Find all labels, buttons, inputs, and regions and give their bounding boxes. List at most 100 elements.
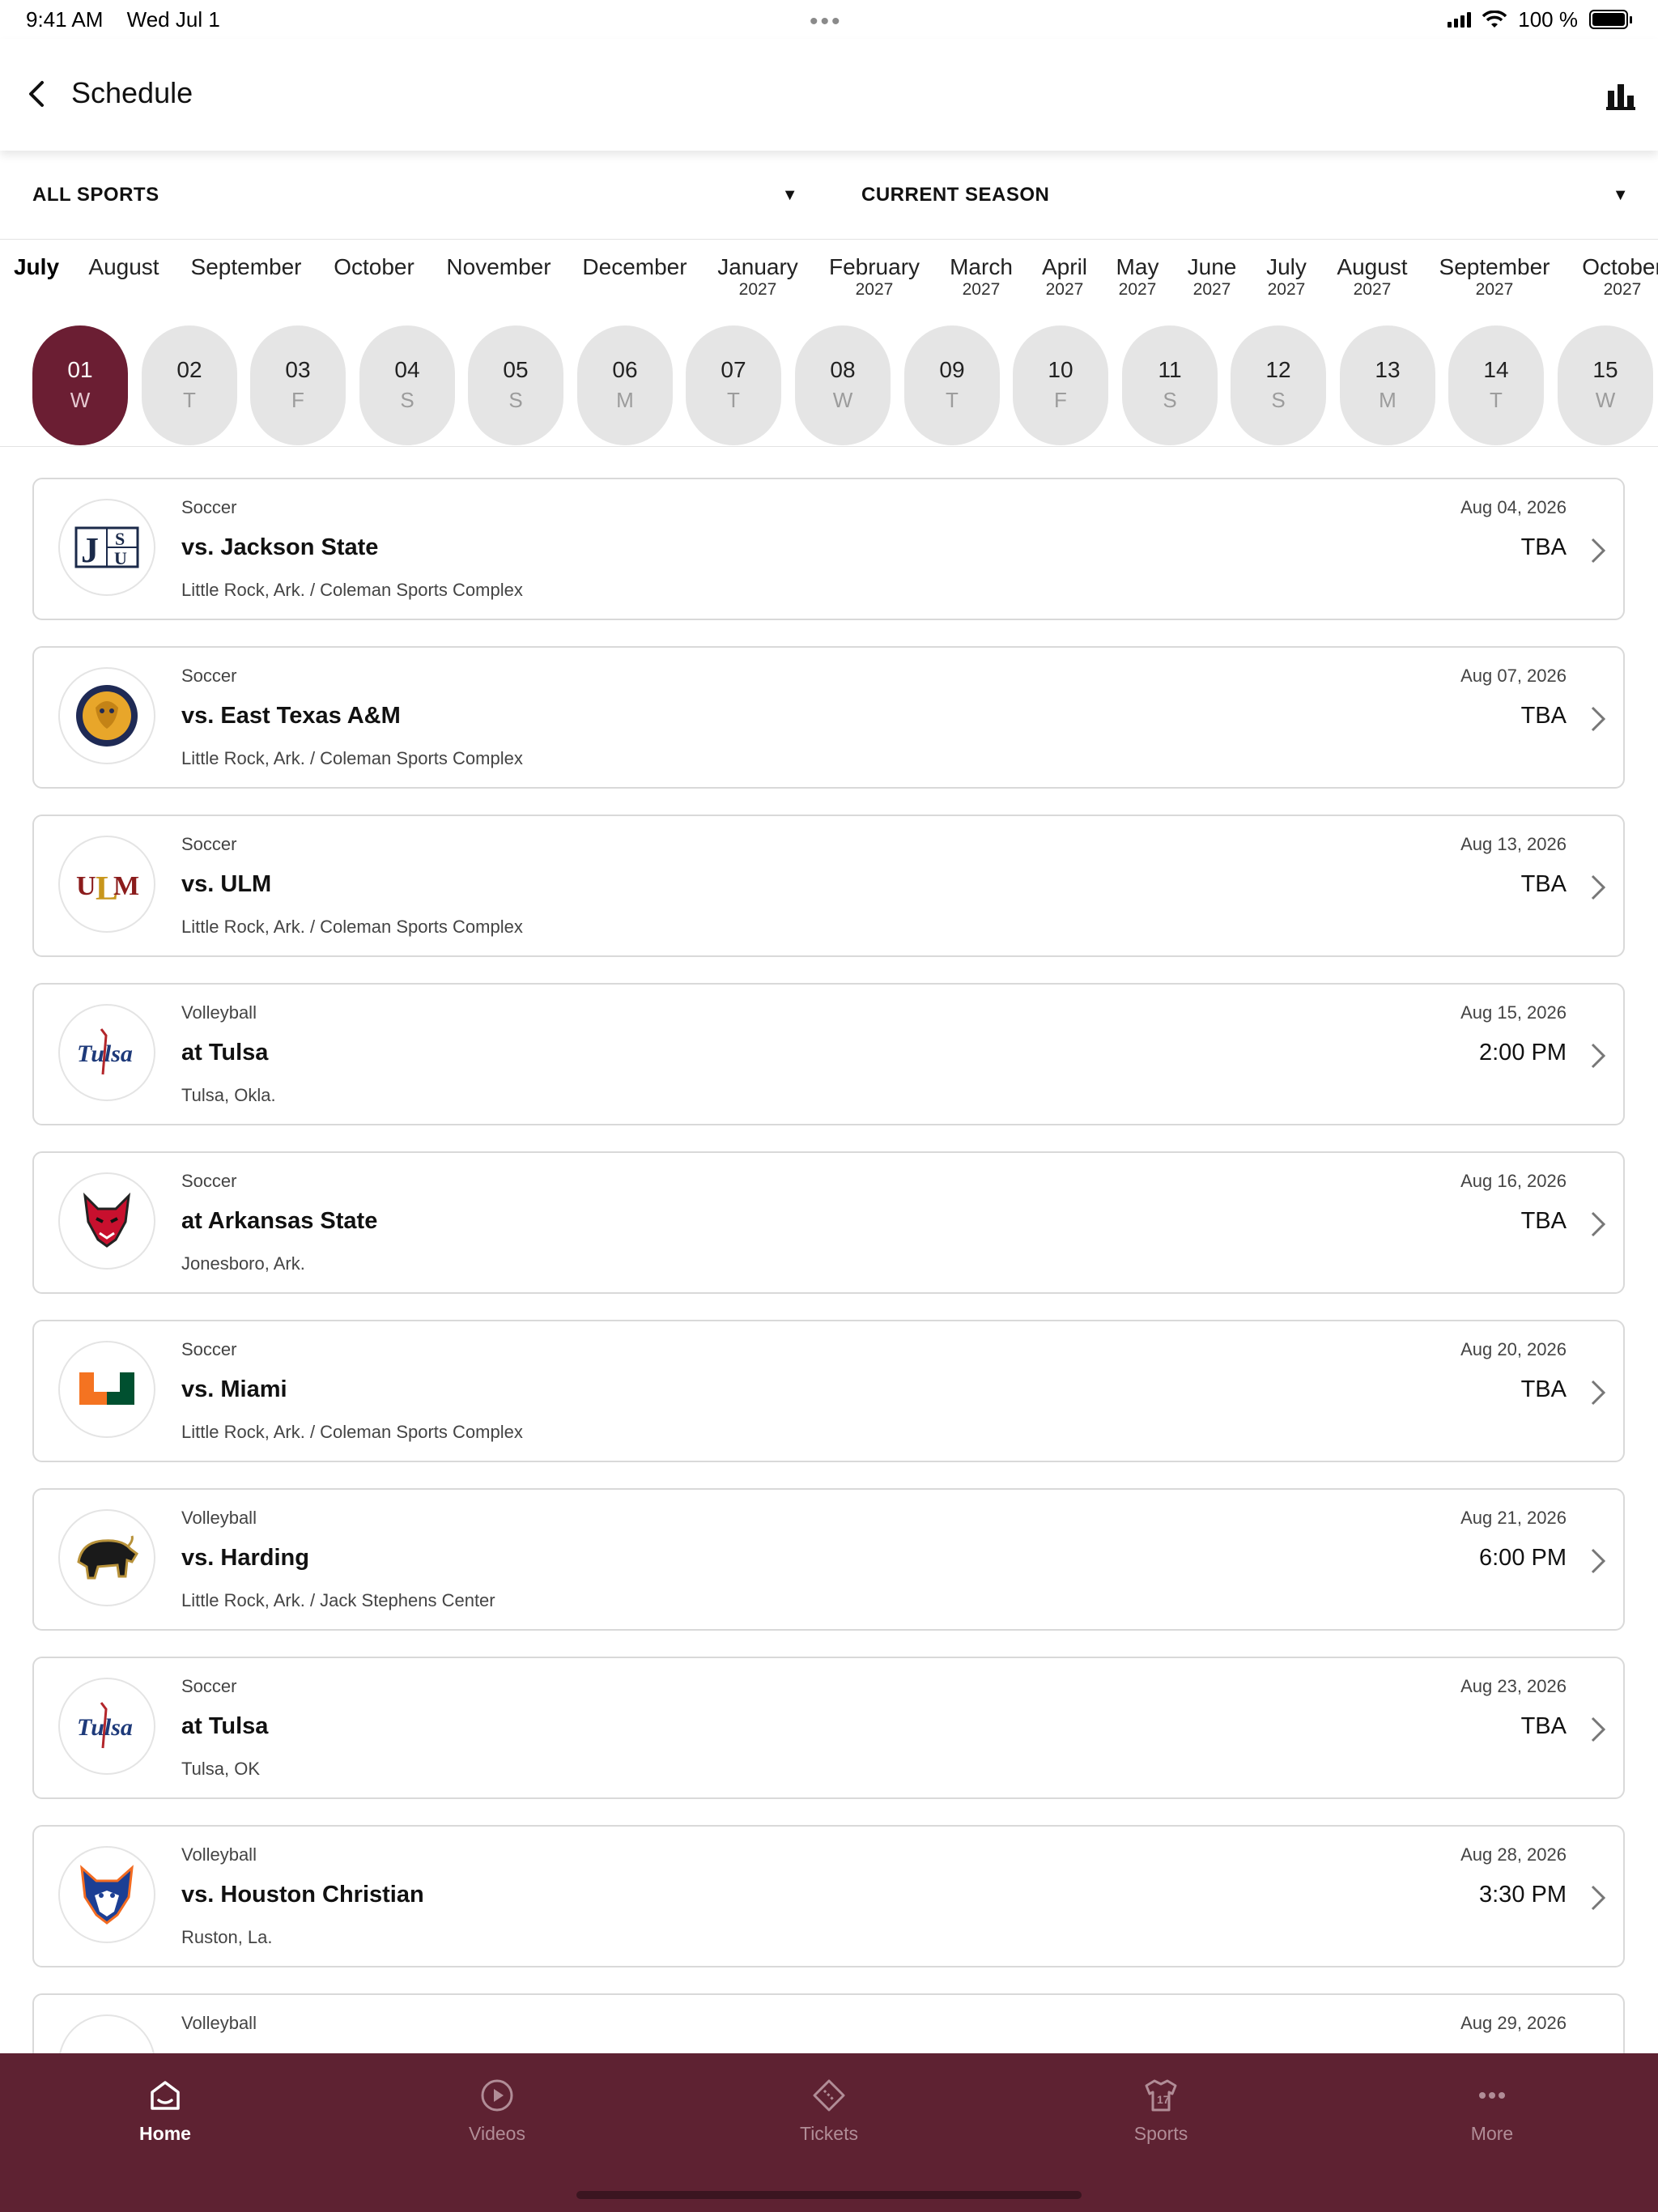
tab-tickets[interactable]: Tickets [764,2076,894,2145]
event-sport: Volleyball [181,2013,257,2033]
month-tab[interactable]: September 2027 [1439,254,1550,300]
event-card[interactable]: Volleyball vs. Houston Christian Ruston,… [32,1825,1625,1967]
tab-sports[interactable]: 17 Sports [1096,2076,1226,2145]
event-card[interactable]: Tulsa Soccer at Tulsa Tulsa, OK Aug 23, … [32,1657,1625,1799]
day-pill[interactable]: 04 S [359,325,455,445]
svg-text:Tulsa: Tulsa [77,1040,133,1067]
status-date: Wed Jul 1 [126,6,220,32]
husky-logo-icon [58,1846,155,1943]
event-sport: Soccer [181,1676,237,1696]
event-opponent: vs. East Texas A&M [181,703,401,729]
month-tab[interactable]: October 2027 [1582,254,1658,300]
sport-filter-dropdown[interactable]: ALL SPORTS ▼ [32,151,798,240]
svg-text:U: U [76,871,96,901]
event-venue: Ruston, La. [181,1927,273,1947]
event-opponent: vs. Houston Christian [181,1882,424,1908]
season-filter-label: CURRENT SEASON [861,184,1050,206]
day-pill[interactable]: 10 F [1013,325,1108,445]
day-pill[interactable]: 05 S [468,325,563,445]
event-sport: Soccer [181,1171,237,1191]
event-date: Aug 29, 2026 [1460,2013,1567,2033]
bar-chart-icon[interactable] [1606,83,1635,110]
event-sport: Soccer [181,1339,237,1359]
day-pill[interactable]: 13 M [1340,325,1435,445]
day-pill[interactable]: 03 F [250,325,346,445]
event-venue: Little Rock, Ark. / Coleman Sports Compl… [181,580,523,600]
month-tab[interactable]: April 2027 [1042,254,1087,300]
tulsa-logo-icon: Tulsa [58,1004,155,1101]
tab-home[interactable]: Home [100,2076,230,2145]
bottom-tab-bar: Home Videos Tickets 17 Sports More [0,2053,1658,2212]
event-opponent: at Tulsa [181,1713,269,1739]
play-icon [481,2079,513,2112]
event-time: TBA [1520,871,1567,897]
month-tab[interactable]: March 2027 [950,254,1013,300]
event-time: 2:00 PM [1479,1040,1567,1066]
event-venue: Tulsa, OK [181,1759,260,1779]
day-pill[interactable]: 07 T [686,325,781,445]
day-pill[interactable]: 11 S [1122,325,1218,445]
svg-text:Tulsa: Tulsa [77,1714,133,1741]
ulm-logo-icon: U L M [58,836,155,933]
event-date: Aug 13, 2026 [1460,834,1567,854]
event-card[interactable]: J S U Soccer vs. Jackson State Little Ro… [32,478,1625,620]
jersey-icon: 17 [1145,2079,1177,2112]
month-tab[interactable]: January 2027 [717,254,798,300]
event-sport: Volleyball [181,1844,257,1865]
tulsa-logo-icon: Tulsa [58,1678,155,1775]
day-pill[interactable]: 14 T [1448,325,1544,445]
event-opponent: at Tulsa [181,1040,269,1066]
red-wolf-logo-icon [58,1172,155,1270]
event-time: TBA [1520,703,1567,729]
page-title: Schedule [71,76,193,109]
event-card[interactable]: Volleyball Aug 29, 2026 [32,1993,1625,2053]
event-date: Aug 16, 2026 [1460,1171,1567,1191]
event-sport: Soccer [181,834,237,854]
event-card[interactable]: Tulsa Volleyball at Tulsa Tulsa, Okla. A… [32,983,1625,1125]
day-pill[interactable]: 08 W [795,325,891,445]
month-tab[interactable]: July 2027 [1266,254,1307,300]
day-pill[interactable]: 02 T [142,325,237,445]
month-tab[interactable]: August 2027 [1337,254,1407,300]
month-tab[interactable]: September [191,254,302,280]
event-card[interactable]: U L M Soccer vs. ULM Little Rock, Ark. /… [32,815,1625,957]
navigation-header: Schedule [0,39,1658,151]
day-pill[interactable]: 09 T [904,325,1000,445]
chevron-right-icon [1591,1380,1606,1406]
more-icon [1479,2092,1505,2099]
day-pill[interactable]: 15 W [1558,325,1653,445]
month-tab[interactable]: June 2027 [1188,254,1237,300]
jackson-state-logo-icon: J S U [58,499,155,596]
month-tab[interactable]: October [334,254,414,280]
month-tab[interactable]: July [14,254,59,280]
caret-down-icon: ▼ [1612,185,1629,204]
home-indicator[interactable] [576,2191,1082,2199]
day-pill[interactable]: 01 W [32,325,128,445]
day-pill[interactable]: 06 M [577,325,673,445]
event-time: TBA [1520,1208,1567,1234]
tab-more[interactable]: More [1427,2076,1557,2145]
month-tab[interactable]: November [446,254,551,280]
event-card[interactable]: Volleyball vs. Harding Little Rock, Ark.… [32,1488,1625,1631]
chevron-right-icon [1591,874,1606,900]
chevron-right-icon [1591,1885,1606,1911]
event-venue: Little Rock, Ark. / Coleman Sports Compl… [181,1422,523,1442]
event-time: TBA [1520,534,1567,560]
status-time: 9:41 AM [26,6,104,32]
month-tab[interactable]: December [582,254,687,280]
day-pill[interactable]: 12 S [1231,325,1326,445]
event-card[interactable]: Soccer vs. East Texas A&M Little Rock, A… [32,646,1625,789]
back-chevron-icon[interactable] [21,76,53,112]
multitasking-dots-icon[interactable]: ••• [810,8,843,36]
event-venue: Little Rock, Ark. / Jack Stephens Center [181,1590,495,1610]
month-tab[interactable]: February 2027 [829,254,920,300]
tab-videos[interactable]: Videos [432,2076,562,2145]
event-venue: Tulsa, Okla. [181,1085,276,1105]
month-tab[interactable]: May 2027 [1116,254,1159,300]
month-tab[interactable]: August [88,254,159,280]
season-filter-dropdown[interactable]: CURRENT SEASON ▼ [861,151,1629,240]
event-card[interactable]: Soccer vs. Miami Little Rock, Ark. / Col… [32,1320,1625,1462]
event-card[interactable]: Soccer at Arkansas State Jonesboro, Ark.… [32,1151,1625,1294]
event-opponent: vs. Jackson State [181,534,379,560]
svg-text:M: M [113,871,139,901]
